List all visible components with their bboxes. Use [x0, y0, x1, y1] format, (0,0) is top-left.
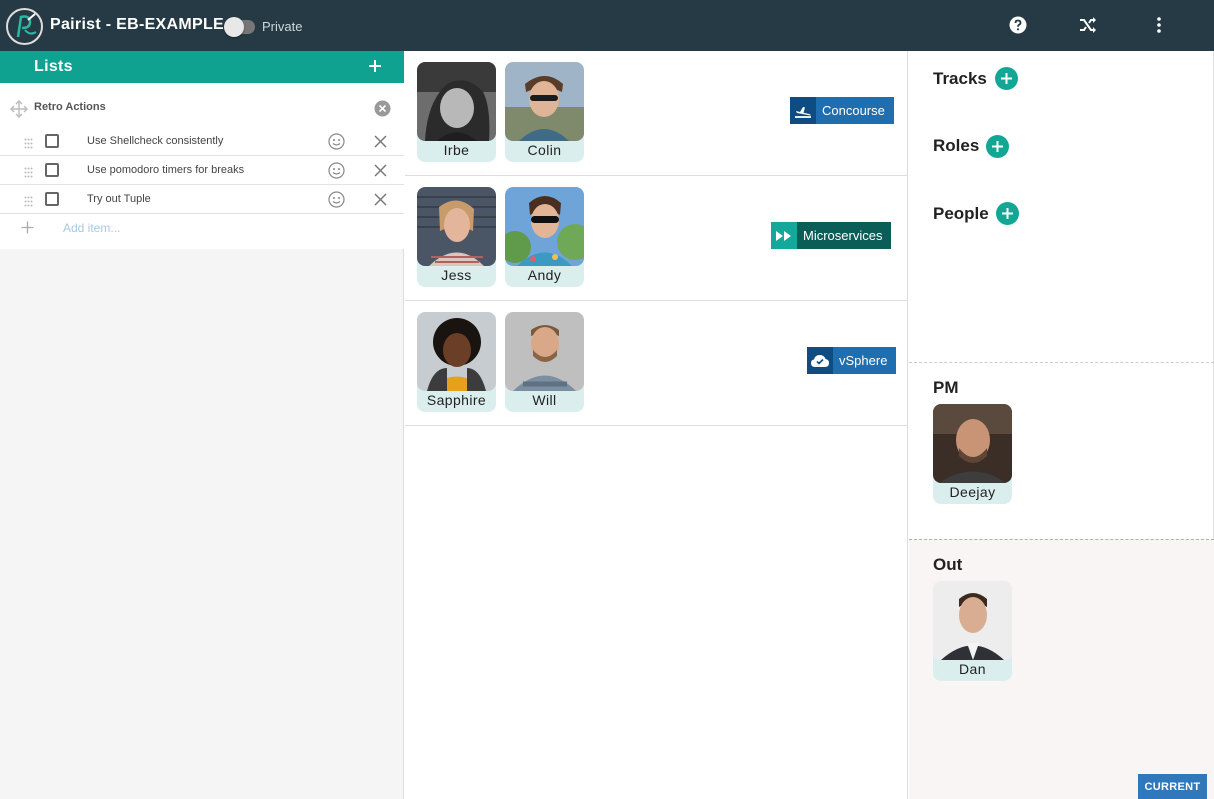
avatar [933, 404, 1012, 483]
list-item-text[interactable]: Try out Tuple [87, 193, 151, 205]
add-item-row[interactable]: Add item... [0, 213, 404, 242]
add-list-button[interactable] [366, 57, 384, 75]
person-card[interactable]: Deejay [933, 404, 1012, 504]
item-checkbox[interactable] [45, 163, 59, 177]
lane[interactable]: Irbe Colin Concourse [405, 51, 908, 176]
track-badge[interactable]: Microservices [771, 222, 892, 249]
list-item: Try out Tuple [0, 185, 404, 214]
people-heading: People [933, 204, 989, 223]
emoji-reaction-icon[interactable] [328, 162, 345, 179]
emoji-reaction-icon[interactable] [328, 191, 345, 208]
shuffle-icon[interactable] [1077, 14, 1099, 36]
drag-handle-icon[interactable] [24, 136, 33, 149]
pairist-logo [6, 8, 43, 45]
item-checkbox[interactable] [45, 134, 59, 148]
flight-takeoff-icon [790, 97, 816, 124]
app-title: Pairist - EB-EXAMPLE [50, 16, 225, 33]
avatar [417, 312, 496, 391]
avatar [505, 312, 584, 391]
lane[interactable]: Jess Andy Microservices [405, 176, 908, 301]
person-name: Sapphire [426, 392, 487, 408]
track-label: Microservices [803, 228, 883, 243]
avatar [933, 581, 1012, 660]
cloud-done-icon [807, 347, 833, 374]
person-card[interactable]: Colin [505, 62, 584, 162]
list-item: Use Shellcheck consistently [0, 127, 404, 156]
pm-lane[interactable]: PM Deejay [909, 362, 1214, 539]
person-card[interactable]: Jess [417, 187, 496, 287]
drag-move-icon[interactable] [10, 100, 28, 118]
person-name: Deejay [949, 484, 996, 500]
private-toggle[interactable] [224, 17, 255, 37]
person-name: Andy [527, 267, 562, 283]
add-item-plus-icon [21, 221, 34, 234]
out-lane[interactable]: Out Dan [909, 539, 1214, 799]
current-button[interactable]: CURRENT [1138, 774, 1207, 799]
lane[interactable]: Sapphire Will vSphere [405, 301, 908, 426]
add-item-input[interactable]: Add item... [63, 221, 120, 235]
out-heading: Out [933, 555, 963, 574]
drag-handle-icon[interactable] [24, 165, 33, 178]
delete-item-icon[interactable] [374, 164, 387, 177]
lists-title: Lists [34, 58, 73, 75]
track-label: Concourse [822, 103, 885, 118]
person-card[interactable]: Sapphire [417, 312, 496, 412]
remove-list-icon[interactable] [374, 100, 391, 117]
lanes-area: Irbe Colin Concourse Jess Andy Microserv… [405, 51, 908, 799]
drag-handle-icon[interactable] [24, 194, 33, 207]
person-card[interactable]: Irbe [417, 62, 496, 162]
emoji-reaction-icon[interactable] [328, 133, 345, 150]
private-label: Private [262, 19, 303, 34]
avatar [417, 62, 496, 141]
lists-header: Lists [0, 51, 404, 83]
person-name: Will [532, 392, 557, 408]
roles-heading: Roles [933, 136, 980, 155]
person-name: Jess [441, 267, 472, 283]
more-vert-icon[interactable] [1148, 14, 1170, 36]
track-badge[interactable]: Concourse [790, 97, 894, 124]
tracks-heading: Tracks [933, 69, 987, 88]
help-icon[interactable] [1007, 14, 1029, 36]
list-name[interactable]: Retro Actions [34, 101, 106, 113]
add-role-button[interactable] [986, 135, 1009, 158]
track-label: vSphere [839, 353, 888, 368]
list-item-text[interactable]: Use pomodoro timers for breaks [87, 164, 244, 176]
delete-item-icon[interactable] [374, 135, 387, 148]
top-app-bar: Pairist - EB-EXAMPLE Private [0, 0, 1214, 51]
pm-heading: PM [933, 378, 959, 397]
list-card: Retro Actions Use Shellcheck consistentl… [0, 83, 404, 249]
item-checkbox[interactable] [45, 192, 59, 206]
avatar [417, 187, 496, 266]
person-name: Dan [959, 661, 986, 677]
person-card[interactable]: Dan [933, 581, 1012, 681]
lists-panel: Lists Retro Actions Use Shellcheck consi… [0, 51, 404, 799]
person-name: Irbe [443, 142, 470, 158]
avatar [505, 62, 584, 141]
add-person-button[interactable] [996, 202, 1019, 225]
person-card[interactable]: Andy [505, 187, 584, 287]
list-item-text[interactable]: Use Shellcheck consistently [87, 135, 223, 147]
list-item: Use pomodoro timers for breaks [0, 156, 404, 185]
person-name: Colin [527, 142, 562, 158]
avatar [505, 187, 584, 266]
add-track-button[interactable] [995, 67, 1018, 90]
fast-forward-icon [771, 222, 797, 249]
right-panel: Tracks Roles People PM Deejay Out Dan [909, 51, 1214, 799]
track-badge[interactable]: vSphere [807, 347, 897, 374]
delete-item-icon[interactable] [374, 193, 387, 206]
person-card[interactable]: Will [505, 312, 584, 412]
